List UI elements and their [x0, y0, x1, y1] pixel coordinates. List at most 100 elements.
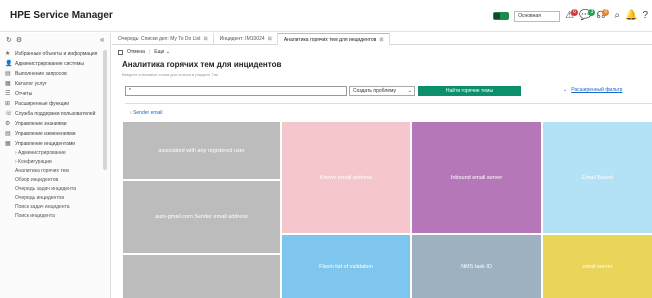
- treemap-tile[interactable]: [123, 255, 280, 298]
- section-divider: [125, 103, 652, 104]
- toggle-switch[interactable]: [493, 12, 510, 20]
- sidebar-subitem[interactable]: Очередь задач инцидента: [5, 186, 110, 192]
- mode-select[interactable]: Основная: [514, 10, 561, 22]
- treemap-tile-label: auto-gmail com Sender email address: [155, 214, 248, 220]
- section-toggle[interactable]: ‹ Sender email: [130, 110, 163, 116]
- treemap-tile[interactable]: Flavin list of validation: [282, 235, 410, 298]
- person-icon: 👤: [5, 61, 13, 67]
- treemap-tile-label: Email Based: [582, 174, 613, 181]
- alert-badge: 6: [571, 9, 579, 16]
- sidebar-item[interactable]: ⊞ Расширенные функции: [5, 101, 110, 107]
- sidebar-item[interactable]: ▤ Выполнение запросов: [5, 71, 110, 77]
- sidebar-subitem[interactable]: › Конфигурации: [5, 159, 110, 165]
- sidebar-item-label: Каталог услуг: [15, 81, 47, 87]
- help-icon[interactable]: ?: [642, 11, 648, 21]
- chevron-down-icon: ⌄: [407, 88, 412, 94]
- sidebar-item-label: Служба поддержки пользователей: [15, 111, 96, 117]
- grid-icon: ▦: [5, 81, 11, 87]
- tab-bar: Очередь: Списки дел: My To Do List ⊠ Инцид…: [112, 33, 652, 45]
- treemap-tile[interactable]: NMS task ID: [412, 235, 541, 298]
- page-subtitle: Введите ключевые слова для поиска в разд…: [122, 72, 219, 77]
- find-hot-topics-button[interactable]: Найти горячие темы: [418, 86, 521, 96]
- sidebar-menu: ★ Избранные объекты и информация 👤 Админист…: [0, 51, 110, 219]
- hot-topics-treemap: associated with any registered user auto-…: [123, 122, 652, 298]
- cancel-button[interactable]: Отмена: [127, 49, 145, 55]
- close-icon[interactable]: ⊠: [268, 36, 272, 42]
- sidebar-scrollbar[interactable]: [103, 50, 107, 170]
- tasks-badge: 0: [602, 9, 610, 16]
- tab[interactable]: Очередь: Списки дел: My To Do List ⊠: [112, 33, 214, 45]
- page-title: Аналитика горячих тем для инцидентов: [122, 60, 282, 69]
- advanced-filter-link[interactable]: ⌄ Расширенный фильтр: [563, 87, 622, 93]
- sidebar-item-label: Управление инцидентами: [15, 141, 76, 147]
- close-icon[interactable]: ⊠: [203, 36, 207, 42]
- cancel-checkbox[interactable]: [118, 49, 123, 55]
- sidebar-item[interactable]: 👤 Администрирование системы: [5, 61, 110, 67]
- sidebar-subitem[interactable]: Поиск задач инцидента: [5, 204, 110, 210]
- tab[interactable]: Инцидент: IM10024 ⊠: [214, 33, 278, 45]
- treemap-tile-label: NMS task ID: [461, 263, 492, 270]
- sidebar-item-label: Расширенные функции: [15, 101, 70, 107]
- app-title: HPE Service Manager: [10, 10, 113, 21]
- treemap-tile[interactable]: email server: [543, 235, 652, 298]
- action-toolbar: Отмена | Еще ⌄: [118, 47, 170, 57]
- close-icon[interactable]: ⊠: [379, 37, 383, 43]
- sidebar-item-label: Управление изменениями: [15, 131, 76, 137]
- tab-label: Очередь: Списки дел: My To Do List: [118, 36, 201, 42]
- section-label: Sender email: [133, 110, 163, 116]
- refresh-icon[interactable]: ↻: [6, 36, 12, 44]
- action-select-value: Создать проблему: [353, 88, 396, 94]
- sidebar-item[interactable]: ☏ Служба поддержки пользователей: [5, 111, 110, 117]
- sidebar: ↻ ⚙ « ★ Избранные объекты и информация 👤 Ад…: [0, 33, 111, 298]
- treemap-tile[interactable]: auto-gmail com Sender email address: [123, 181, 280, 253]
- bell-icon[interactable]: 🔔: [625, 11, 637, 21]
- sidebar-item[interactable]: ▦ Управление инцидентами: [5, 141, 110, 147]
- phone-icon: ☏: [5, 111, 13, 117]
- advanced-filter-label: Расширенный фильтр: [571, 87, 623, 93]
- treemap-tile-label: Flavin list of validation: [319, 263, 373, 270]
- grid-icon: ▦: [5, 141, 11, 147]
- chat-badge: 3: [588, 9, 596, 16]
- treemap-tile-label: associated with any registered user: [158, 147, 245, 154]
- more-button[interactable]: Еще ⌄: [154, 49, 170, 55]
- sidebar-subitem[interactable]: Поиск инцидента: [5, 213, 110, 219]
- more-label: Еще: [154, 49, 165, 55]
- star-icon: ★: [5, 51, 11, 57]
- sidebar-item[interactable]: ▦ Каталог услуг: [5, 81, 110, 87]
- tab-label: Инцидент: IM10024: [219, 36, 265, 42]
- sidebar-subitem[interactable]: › Администрирование: [5, 150, 110, 156]
- tab[interactable]: Аналитика горячих тем для инцидентов ⊠: [277, 33, 390, 45]
- treemap-tile[interactable]: Known email address: [282, 122, 410, 233]
- app-window: HPE Service Manager Основная ⚠ 6 💬 3 ☊ 0 ⌕ …: [0, 0, 652, 298]
- sidebar-toolbar: ↻ ⚙: [0, 33, 110, 47]
- treemap-tile[interactable]: Inbound email server: [412, 122, 541, 233]
- treemap-tile-label: Known email address: [319, 174, 373, 181]
- sidebar-item[interactable]: ☰ Отчеты: [5, 91, 110, 97]
- sidebar-item-label: Управление знаниями: [15, 121, 67, 127]
- treemap-tile-label: email server: [582, 263, 613, 270]
- search-icon[interactable]: ⌕: [614, 11, 620, 21]
- sidebar-item-label: Выполнение запросов: [15, 71, 67, 77]
- chat-icon[interactable]: 💬 3: [579, 9, 596, 21]
- search-input[interactable]: *: [125, 86, 347, 96]
- treemap-tile[interactable]: Email Based: [543, 122, 652, 233]
- action-select[interactable]: Создать проблему ⌄: [349, 86, 415, 96]
- collapse-sidebar-icon[interactable]: «: [100, 35, 104, 44]
- toolbar-divider: |: [148, 49, 151, 55]
- treemap-tile[interactable]: associated with any registered user: [123, 122, 280, 179]
- sidebar-subitem[interactable]: Очередь инцидентов: [5, 195, 110, 201]
- sidebar-item[interactable]: ⚙ Управление знаниями: [5, 121, 110, 127]
- sidebar-subitem[interactable]: Обзор инцидентов: [5, 177, 110, 183]
- sidebar-item[interactable]: ▤ Управление изменениями: [5, 131, 110, 137]
- chevron-down-icon: ⌄: [563, 87, 568, 93]
- alert-icon[interactable]: ⚠ 6: [565, 9, 579, 21]
- treemap-tile-label: Inbound email server: [450, 174, 503, 181]
- document-icon: ▤: [5, 131, 11, 137]
- extension-icon: ⊞: [5, 101, 11, 107]
- sidebar-subitem[interactable]: Аналитика горячих тем: [5, 168, 110, 174]
- settings-icon[interactable]: ⚙: [16, 36, 22, 44]
- headset-icon[interactable]: ☊ 0: [596, 9, 610, 21]
- gear-icon: ⚙: [5, 121, 11, 127]
- sidebar-item-label: Избранные объекты и информация: [15, 51, 98, 57]
- sidebar-item[interactable]: ★ Избранные объекты и информация: [5, 51, 110, 57]
